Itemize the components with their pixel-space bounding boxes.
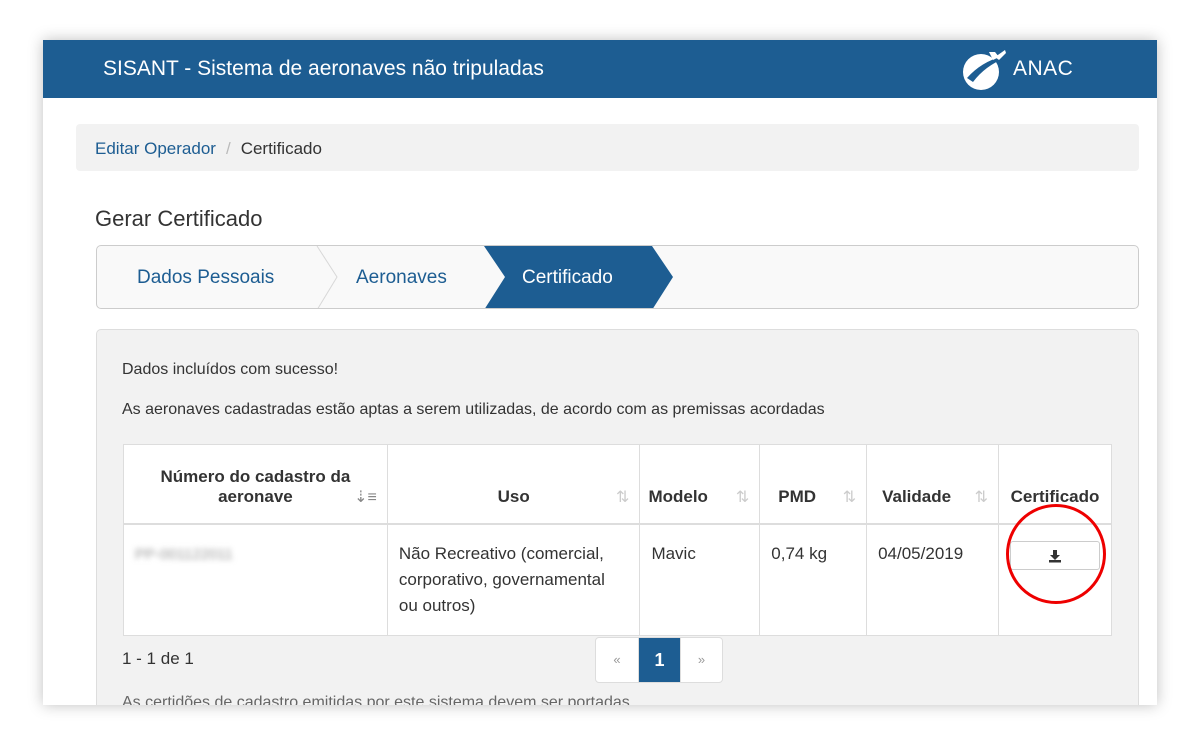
table-header-row: Número do cadastro da aeronave ⇣≡ Uso ⇅ … [123,444,1112,525]
column-header-label: Certificado [1010,486,1100,506]
cell-pmd: 0,74 kg [759,523,868,636]
column-header-pmd[interactable]: PMD ⇅ [759,444,868,525]
wizard-steps: Dados Pessoais Aeronaves Certificado [96,245,1139,309]
pagination-next[interactable]: » [680,638,722,682]
pagination: « 1 » [595,637,723,683]
sort-icon[interactable]: ⇅ [736,487,749,507]
breadcrumb-current: Certificado [240,139,322,158]
step-aeronaves[interactable]: Aeronaves [356,267,447,289]
aircraft-table: Número do cadastro da aeronave ⇣≡ Uso ⇅ … [123,444,1112,636]
pagination-summary: 1 - 1 de 1 [122,649,194,668]
download-icon [1049,549,1061,563]
breadcrumb: Editar Operador / Certificado [76,124,1139,171]
table-row: PP-001122011 Não Recreativo (comercial, … [123,523,1112,636]
cell-modelo: Mavic [639,523,761,636]
app-title: SISANT - Sistema de aeronaves não tripul… [103,57,544,80]
column-header-certificado: Certificado [998,444,1112,525]
column-header-label: Uso [497,486,530,506]
step-certificado[interactable]: Certificado [522,267,613,289]
column-header-label: PMD [778,486,817,506]
anac-logo: ANAC [959,48,1119,92]
breadcrumb-editar-operador[interactable]: Editar Operador [95,139,216,158]
aircraft-registration-number: PP-001122011 [135,545,233,563]
column-header-uso[interactable]: Uso ⇅ [386,444,641,525]
step-dados-pessoais[interactable]: Dados Pessoais [137,267,274,289]
column-header-label: Validade [882,486,952,506]
footnote-text: As certidões de cadastro emitidas por es… [122,694,630,705]
pagination-page-1[interactable]: 1 [638,638,680,682]
cell-validade: 04/05/2019 [866,523,999,636]
cell-numero: PP-001122011 [123,523,388,636]
app-window: SISANT - Sistema de aeronaves não tripul… [43,40,1157,705]
sort-icon[interactable]: ⇅ [975,487,988,507]
cell-uso: Não Recreativo (comercial, corporativo, … [386,523,641,636]
column-header-numero[interactable]: Número do cadastro da aeronave ⇣≡ [123,444,388,525]
sort-icon[interactable]: ⇅ [843,487,856,507]
page-title: Gerar Certificado [95,206,263,231]
success-message: Dados incluídos com sucesso! [122,361,339,378]
column-header-validade[interactable]: Validade ⇅ [866,444,999,525]
column-header-label: Modelo [648,486,708,506]
download-certificate-button[interactable] [1010,540,1100,570]
column-header-label: Número do cadastro da aeronave [160,466,351,506]
sort-numeric-icon[interactable]: ⇣≡ [354,487,377,507]
breadcrumb-separator: / [225,139,231,158]
airplane-logo-icon [963,50,1006,90]
header-bar: SISANT - Sistema de aeronaves não tripul… [43,40,1157,98]
column-header-modelo[interactable]: Modelo ⇅ [639,444,761,525]
info-message: As aeronaves cadastradas estão aptas a s… [122,401,825,418]
content-panel: Dados incluídos com sucesso! As aeronave… [96,329,1139,705]
logo-text: ANAC [1013,57,1074,80]
pagination-prev[interactable]: « [596,638,638,682]
sort-icon[interactable]: ⇅ [616,487,629,507]
cell-certificado [998,523,1112,636]
